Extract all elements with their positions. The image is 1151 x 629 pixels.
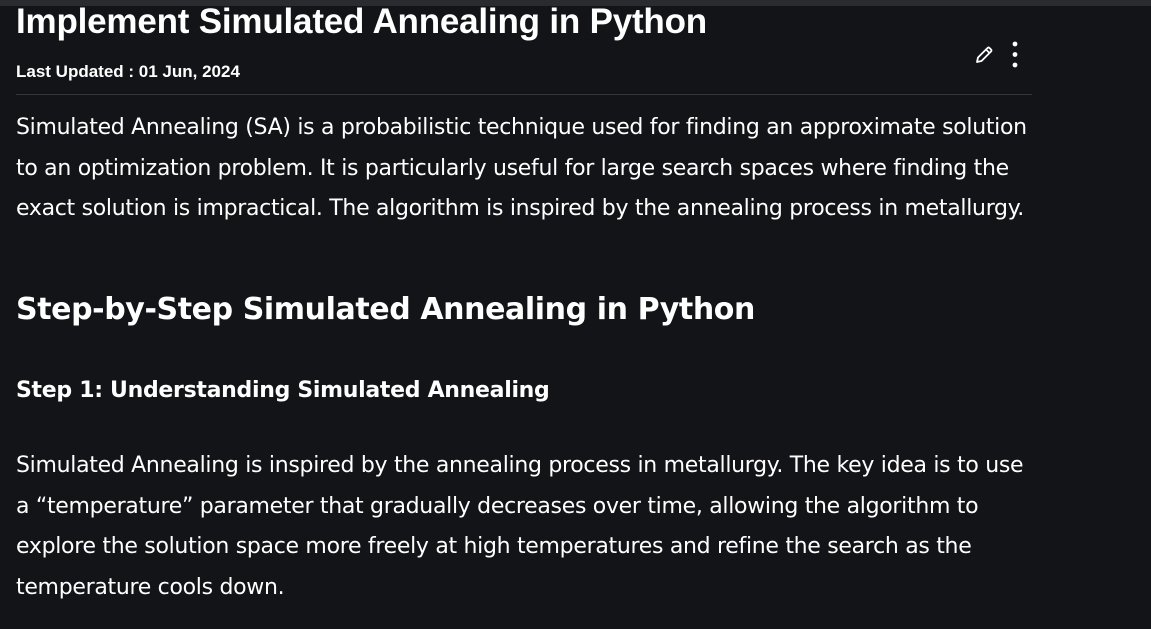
- pencil-icon: [974, 45, 994, 69]
- section-heading: Step-by-Step Simulated Annealing in Pyth…: [16, 292, 755, 327]
- more-options-button[interactable]: [1012, 41, 1018, 73]
- article-title: Implement Simulated Annealing in Python: [16, 2, 707, 41]
- article: Implement Simulated Annealing in Python …: [16, 0, 1032, 600]
- intro-paragraph: Simulated Annealing (SA) is a probabilis…: [16, 115, 1027, 221]
- step1-heading: Step 1: Understanding Simulated Annealin…: [16, 378, 550, 403]
- article-actions: [974, 41, 1018, 73]
- step1-paragraph: Simulated Annealing is inspired by the a…: [16, 453, 1024, 600]
- article-header: Implement Simulated Annealing in Python …: [16, 0, 1032, 95]
- vertical-dots-icon: [1012, 41, 1018, 73]
- edit-button[interactable]: [974, 45, 994, 69]
- last-updated-date: Last Updated : 01 Jun, 2024: [16, 62, 240, 81]
